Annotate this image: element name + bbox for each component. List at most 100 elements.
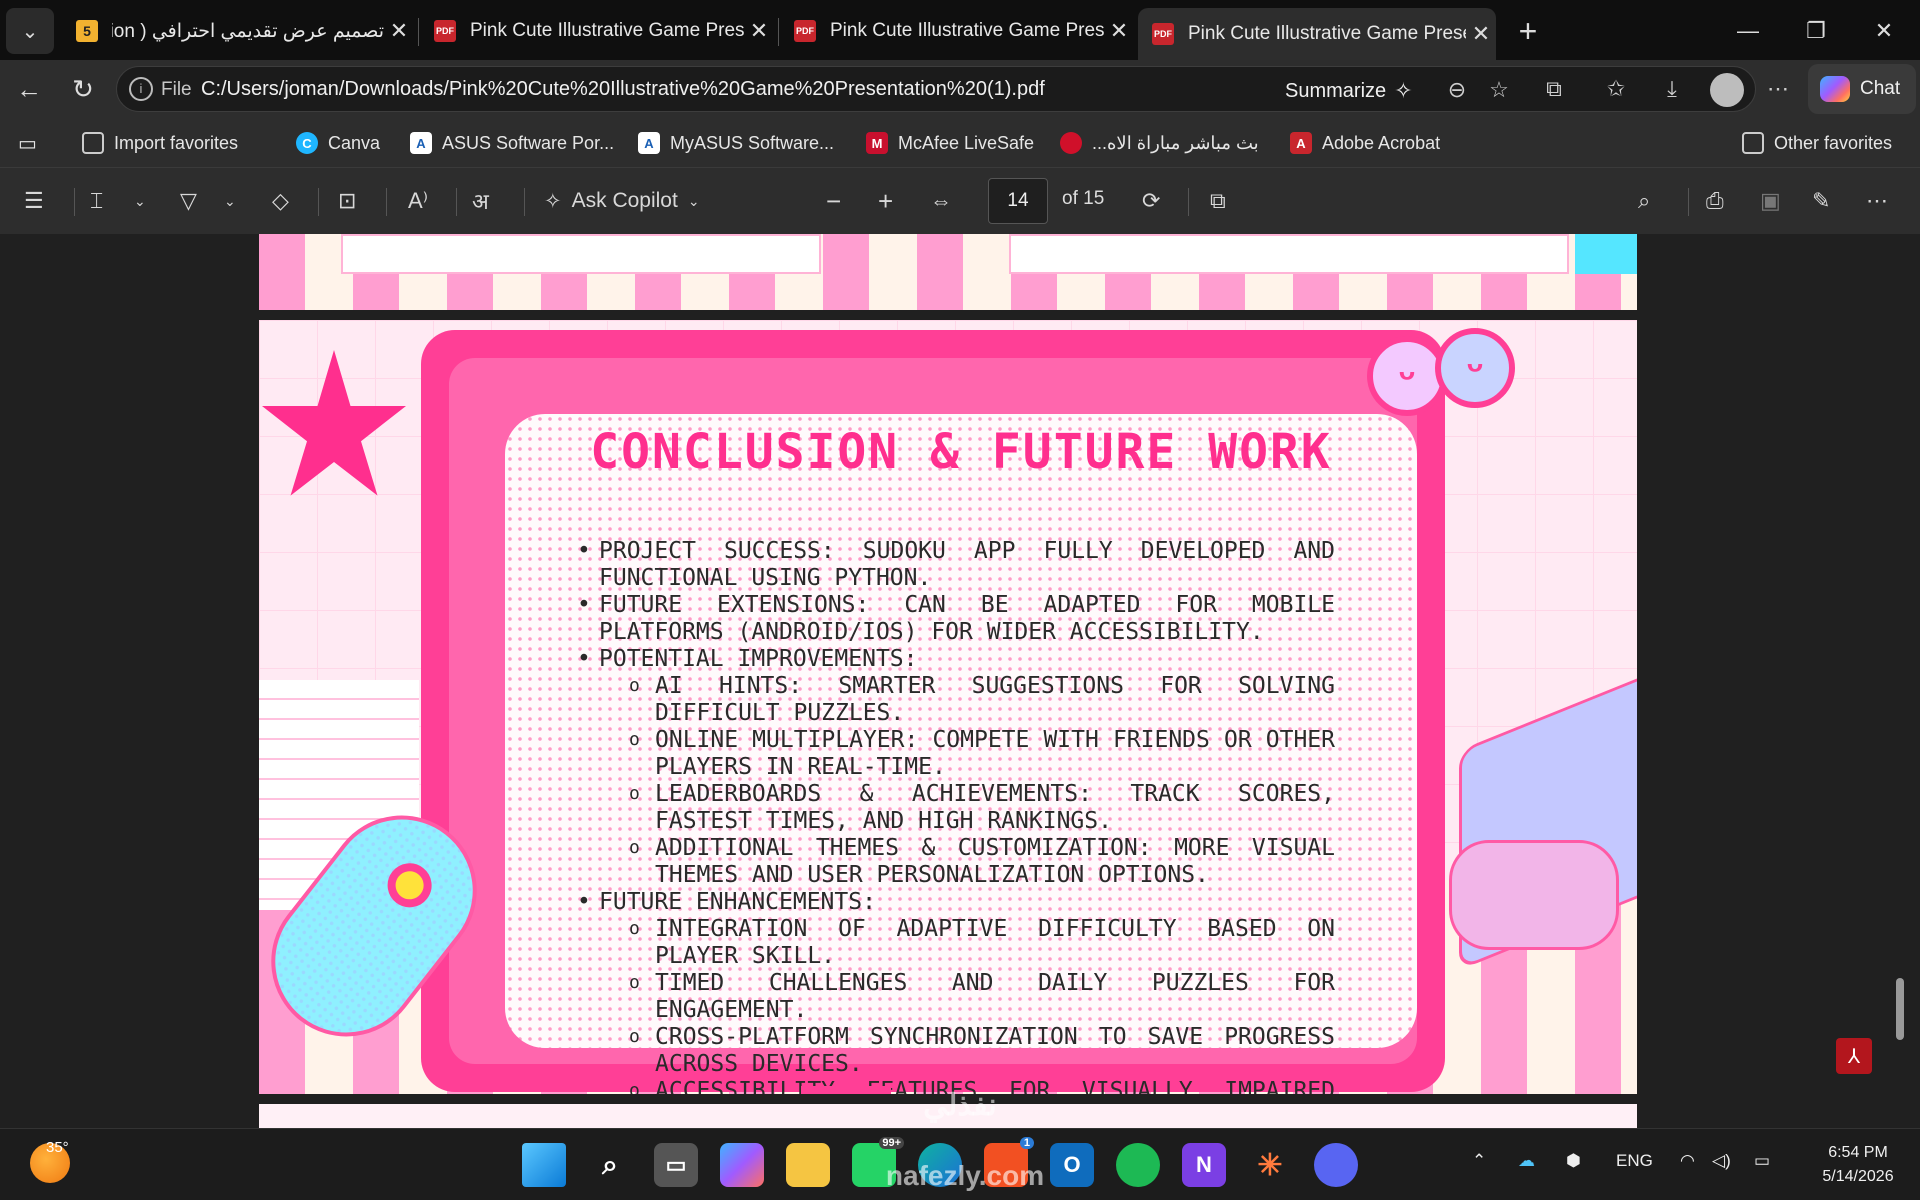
battery-icon[interactable]: ▭	[1754, 1151, 1770, 1171]
pdf-page-13	[259, 234, 1637, 310]
spotify-icon[interactable]	[1116, 1143, 1160, 1187]
tab-3-active[interactable]: PDF Pink Cute Illustrative Game Presen ✕	[1138, 8, 1496, 60]
info-icon[interactable]: i	[129, 77, 153, 101]
favorite-asus-software[interactable]: A ASUS Software Por...	[410, 128, 614, 158]
text-box-icon[interactable]: ⊡	[338, 186, 356, 216]
new-tab-button[interactable]: +	[1500, 8, 1556, 54]
restore-button[interactable]: ❐	[1788, 8, 1844, 54]
task-view-icon[interactable]: ▭	[654, 1143, 698, 1187]
pdf-icon: PDF	[794, 20, 816, 42]
star-icon[interactable]: ☆	[1485, 76, 1513, 104]
chevron-down-icon[interactable]: ⌄	[134, 186, 146, 216]
zoom-in-button[interactable]: +	[878, 186, 893, 216]
language-indicator[interactable]: ENG	[1616, 1151, 1653, 1171]
clock[interactable]: 6:54 PM 5/14/2026	[1808, 1141, 1908, 1189]
bullet-item: PROJECT SUCCESS: SUDOKU APP FULLY DEVELO…	[575, 538, 1335, 592]
close-icon[interactable]: ✕	[744, 18, 774, 44]
favorite-mcafee[interactable]: M McAfee LiveSafe	[866, 128, 1034, 158]
eraser-icon[interactable]: ◇	[272, 186, 289, 216]
tab-0[interactable]: 5 تصميم عرض تقديمي احترافي ( ation ✕	[62, 8, 414, 54]
search-icon[interactable]: ⌕	[588, 1143, 632, 1187]
close-icon[interactable]: ✕	[384, 18, 414, 44]
visual-studio-icon[interactable]: N	[1182, 1143, 1226, 1187]
asus-icon: A	[410, 132, 432, 154]
slide-title: CONCLUSION & FUTURE WORK	[590, 424, 1332, 480]
favorites-icon[interactable]: ✩	[1602, 75, 1630, 103]
restore-icon: ❐	[1806, 18, 1826, 43]
notification-badge: 1	[1019, 1137, 1034, 1149]
volume-icon[interactable]: ◁)	[1712, 1151, 1731, 1171]
rotate-icon[interactable]: ⟳	[1142, 186, 1160, 216]
copilot-icon	[1820, 76, 1850, 102]
plus-icon: +	[1518, 12, 1538, 49]
sub-bullet-item: TIMED CHALLENGES AND DAILY PUZZLES FOR E…	[575, 969, 1335, 1024]
translate-icon[interactable]: अ	[472, 186, 489, 216]
page-number-input[interactable]: 14	[988, 178, 1048, 224]
summarize-button[interactable]: Summarize ✧	[1285, 78, 1413, 104]
reading-list-button[interactable]: ▭	[18, 128, 37, 158]
zoom-icon[interactable]: ⊖	[1443, 76, 1471, 104]
draw-icon[interactable]: ▽	[180, 186, 197, 216]
copilot-icon: ✧	[1394, 78, 1413, 103]
claude-icon[interactable]: ✳	[1248, 1143, 1292, 1187]
close-icon[interactable]: ✕	[1466, 21, 1496, 47]
read-aloud-icon[interactable]: A⁾	[408, 186, 428, 216]
chevron-down-icon[interactable]: ⌄	[224, 186, 236, 216]
tab-2[interactable]: PDF Pink Cute Illustrative Game Presen ✕	[780, 8, 1134, 54]
save-as-icon[interactable]: ✎	[1812, 186, 1830, 216]
downloads-icon[interactable]: ⤓	[1658, 75, 1686, 103]
scrollbar-thumb[interactable]	[1896, 978, 1904, 1040]
pdf-viewer[interactable]: CONCLUSION & FUTURE WORK PROJECT SUCCESS…	[0, 234, 1920, 1128]
watermark-arabic: نفذلي	[923, 1089, 997, 1122]
back-button[interactable]: ←	[8, 68, 50, 110]
contents-icon[interactable]: ☰	[24, 186, 44, 216]
chevron-up-icon[interactable]: ⌃	[1472, 1151, 1486, 1171]
close-window-button[interactable]: ✕	[1856, 8, 1912, 54]
refresh-icon: ↻	[72, 73, 94, 104]
import-icon	[82, 132, 104, 154]
favorite-other-folder[interactable]: Other favorites	[1742, 128, 1892, 158]
summarize-label: Summarize	[1285, 79, 1387, 102]
acrobat-icon[interactable]: ⅄	[1836, 1038, 1872, 1074]
favorite-import[interactable]: Import favorites	[82, 128, 238, 158]
zoom-out-button[interactable]: −	[826, 186, 841, 216]
save-icon[interactable]: ▣	[1760, 186, 1781, 216]
network-status-icon[interactable]: ⬢	[1566, 1151, 1581, 1171]
onedrive-icon[interactable]: ☁	[1518, 1151, 1535, 1171]
url-field[interactable]: i File C:/Users/joman/Downloads/Pink%20C…	[116, 66, 1756, 112]
profile-avatar[interactable]	[1710, 73, 1744, 107]
close-icon[interactable]: ✕	[1104, 18, 1134, 44]
tab-actions-button[interactable]: ⌄	[6, 8, 54, 54]
bullet-item: POTENTIAL IMPROVEMENTS:	[575, 646, 1335, 673]
favorite-myasus[interactable]: A MyASUS Software...	[638, 128, 834, 158]
mcafee-icon: M	[866, 132, 888, 154]
favorite-canva[interactable]: C Canva	[296, 128, 380, 158]
favorites-bar: ▭ Import favorites C Canva A ASUS Softwa…	[0, 118, 1920, 168]
tab-1[interactable]: PDF Pink Cute Illustrative Game Presen ✕	[420, 8, 774, 54]
fit-width-icon[interactable]: ⇔	[930, 186, 952, 216]
page-view-icon[interactable]: ⧉	[1210, 186, 1226, 216]
copilot-chat-button[interactable]: Chat	[1808, 64, 1916, 114]
previous-slide-panel	[341, 234, 821, 274]
minimize-button[interactable]: —	[1720, 8, 1776, 54]
windows-start-icon[interactable]	[522, 1143, 566, 1187]
highlight-icon[interactable]: ⌶	[90, 186, 103, 216]
more-icon[interactable]: ⋯	[1866, 186, 1888, 216]
file-explorer-icon[interactable]	[786, 1143, 830, 1187]
tab-title: Pink Cute Illustrative Game Presen	[470, 20, 744, 41]
print-icon[interactable]: ⎙	[1706, 186, 1724, 216]
discord-icon[interactable]	[1314, 1143, 1358, 1187]
favorite-live-match[interactable]: بث مباشر مباراة الاه...	[1060, 128, 1259, 158]
page-total: of 15	[1062, 188, 1105, 209]
pdf-toolbar: ☰ ⌶ ⌄ ▽ ⌄ ◇ ⊡ A⁾ अ ✧ Ask Copilot ⌄ − + ⇔…	[0, 168, 1920, 234]
refresh-button[interactable]: ↻	[62, 68, 104, 110]
previous-slide-decoration	[1575, 234, 1637, 274]
favorite-adobe-acrobat[interactable]: A Adobe Acrobat	[1290, 128, 1440, 158]
more-icon[interactable]: ⋯	[1764, 75, 1792, 103]
url-text[interactable]: C:/Users/joman/Downloads/Pink%20Cute%20I…	[201, 78, 1045, 101]
wifi-icon[interactable]: ◠	[1680, 1151, 1695, 1171]
copilot-icon[interactable]	[720, 1143, 764, 1187]
search-icon[interactable]: ⌕	[1638, 186, 1650, 216]
extensions-icon[interactable]: ⧉	[1540, 75, 1568, 103]
ask-copilot-button[interactable]: ✧ Ask Copilot ⌄	[544, 186, 700, 216]
